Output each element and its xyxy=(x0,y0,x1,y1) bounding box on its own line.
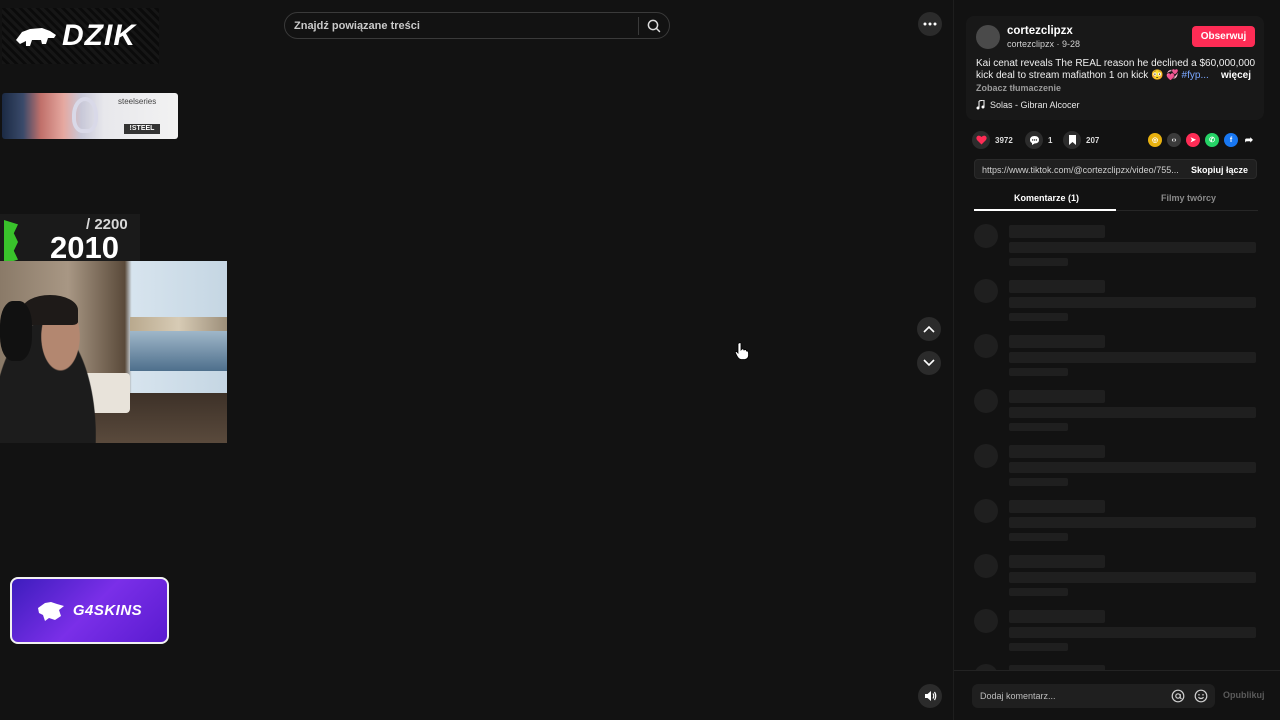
comment-skeleton xyxy=(974,554,1258,604)
panther-icon xyxy=(37,601,64,621)
tiktok-video-page: DZIK steelseries !STEEL / 2200 2010 G4SK… xyxy=(0,0,1280,720)
facebook-share-icon[interactable]: f xyxy=(1224,133,1238,147)
avatar[interactable] xyxy=(976,25,1000,49)
embed-share-icon[interactable]: ‹› xyxy=(1167,133,1181,147)
comment-skeleton xyxy=(974,279,1258,329)
goal-indicator xyxy=(4,220,18,264)
emoji-icon[interactable] xyxy=(1194,689,1208,703)
whatsapp-share-icon[interactable]: ✆ xyxy=(1205,133,1219,147)
dzik-logo-text: DZIK xyxy=(62,19,136,52)
details-panel: cortezclipzx cortezclipzx · 9-28 Obserwu… xyxy=(953,0,1280,720)
copy-link-button[interactable]: Skopiuj łącze xyxy=(1191,165,1248,175)
save-button[interactable]: 207 xyxy=(1063,131,1099,149)
follow-button[interactable]: Obserwuj xyxy=(1192,26,1255,47)
search-divider xyxy=(638,17,639,35)
publish-button[interactable]: Opublikuj xyxy=(1223,690,1265,700)
action-bar: 3972 1 207 ◎ ‹› ➤ ✆ f ➦ xyxy=(972,131,1266,151)
video-url[interactable]: https://www.tiktok.com/@cortezclipzx/vid… xyxy=(982,165,1178,175)
music-link[interactable]: Solas - Gibran Alcocer xyxy=(976,100,1080,110)
steel-command-tag: !STEEL xyxy=(124,124,160,134)
hand-cursor-icon xyxy=(735,342,749,360)
send-share-icon[interactable]: ➤ xyxy=(1186,133,1200,147)
volume-button[interactable] xyxy=(918,684,942,708)
search-input[interactable] xyxy=(294,17,634,35)
steelseries-banner: steelseries !STEEL xyxy=(2,93,178,139)
like-button[interactable]: 3972 xyxy=(972,131,1013,149)
g4skins-text: G4SKINS xyxy=(72,602,143,619)
save-count: 207 xyxy=(1086,135,1100,145)
comment-skeleton xyxy=(974,224,1258,274)
like-count: 3972 xyxy=(995,135,1013,145)
bookmark-icon xyxy=(1068,135,1076,145)
g4skins-banner: G4SKINS xyxy=(10,577,169,644)
hashtag-link[interactable]: #fyp... xyxy=(1182,70,1209,81)
search-bar[interactable] xyxy=(284,12,670,39)
tab-comments[interactable]: Komentarze (1) xyxy=(1014,193,1079,203)
music-note-icon xyxy=(976,100,985,110)
post-info-card: cortezclipzx cortezclipzx · 9-28 Obserwu… xyxy=(966,16,1264,120)
active-tab-indicator xyxy=(974,209,1116,211)
comment-button[interactable]: 1 xyxy=(1025,131,1052,149)
comment-skeleton xyxy=(974,444,1258,494)
comment-skeleton xyxy=(974,499,1258,549)
more-link[interactable]: więcej xyxy=(1221,70,1251,82)
like-icon-wrap xyxy=(972,131,990,149)
comment-footer: Opublikuj xyxy=(954,670,1280,720)
forward-share-icon[interactable]: ➦ xyxy=(1242,133,1256,147)
streamer-webcam xyxy=(0,261,227,443)
mention-icon[interactable] xyxy=(1171,689,1185,703)
translate-link[interactable]: Zobacz tłumaczenie xyxy=(976,83,1061,93)
comment-skeleton xyxy=(974,334,1258,384)
tab-creator-videos[interactable]: Filmy twórcy xyxy=(1161,193,1216,203)
description-text: Kai cenat reveals The REAL reason he dec… xyxy=(976,58,1256,81)
save-icon-wrap xyxy=(1063,131,1081,149)
headset-image xyxy=(72,97,98,133)
comment-count: 1 xyxy=(1048,135,1053,145)
comment-input-box[interactable] xyxy=(972,684,1215,708)
volume-icon xyxy=(924,691,936,701)
comment-skeleton xyxy=(974,389,1258,439)
chevron-down-icon xyxy=(923,359,935,367)
panel-tabs: Komentarze (1) Filmy twórcy xyxy=(974,186,1258,211)
chevron-up-icon xyxy=(923,325,935,333)
comment-icon xyxy=(1029,135,1039,145)
music-title: Solas - Gibran Alcocer xyxy=(990,100,1080,110)
previous-video-button[interactable] xyxy=(917,317,941,341)
next-video-button[interactable] xyxy=(917,351,941,375)
video-player[interactable]: DZIK steelseries !STEEL / 2200 2010 G4SK… xyxy=(0,0,953,720)
comment-icon-wrap xyxy=(1025,131,1043,149)
more-options-button[interactable] xyxy=(918,12,942,36)
coin-share-icon[interactable]: ◎ xyxy=(1148,133,1162,147)
comment-input[interactable] xyxy=(980,689,1160,703)
post-description: Kai cenat reveals The REAL reason he dec… xyxy=(976,58,1256,82)
sub-goal-counter: / 2200 2010 xyxy=(0,214,140,265)
dzik-logo: DZIK xyxy=(2,8,159,64)
video-link-row: https://www.tiktok.com/@cortezclipzx/vid… xyxy=(974,159,1257,179)
username[interactable]: cortezclipzx xyxy=(1007,25,1073,37)
search-icon[interactable] xyxy=(646,18,662,34)
more-horizontal-icon xyxy=(923,22,937,26)
handle-date: cortezclipzx · 9-28 xyxy=(1007,39,1081,49)
heart-icon xyxy=(975,135,987,145)
comment-skeleton xyxy=(974,609,1258,659)
boar-icon xyxy=(16,28,56,46)
steelseries-brand: steelseries xyxy=(118,97,157,106)
comments-list[interactable] xyxy=(974,224,1258,670)
